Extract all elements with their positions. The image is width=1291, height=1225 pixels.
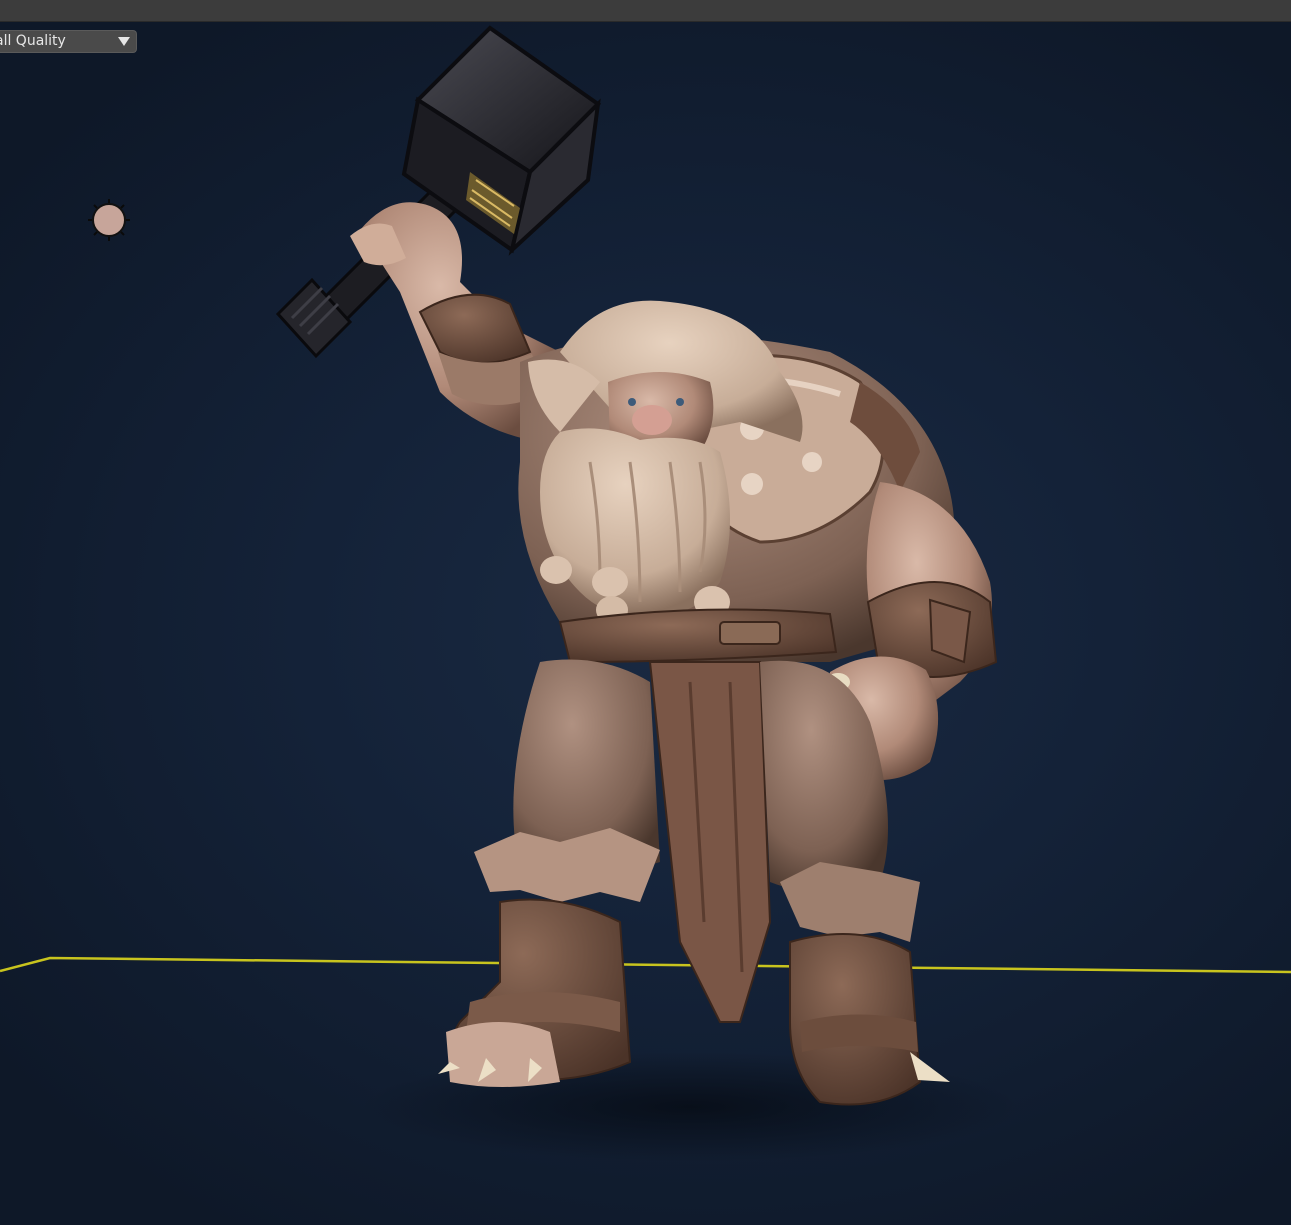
sun-light-icon-svg <box>88 199 130 241</box>
left-foot <box>446 1022 560 1087</box>
sun-light-icon[interactable] <box>86 197 132 243</box>
front-tabard <box>648 661 772 1023</box>
dwarf-character[interactable] <box>275 25 998 1106</box>
scene-render <box>0 25 1291 1162</box>
belt <box>558 608 838 664</box>
3d-viewport[interactable]: all Quality <box>0 22 1291 1225</box>
viewport-header-bar <box>0 0 1291 22</box>
render-quality-label: all Quality <box>0 33 66 49</box>
viewport-app: all Quality <box>0 0 1291 1225</box>
ground-plane-edge <box>0 956 1291 974</box>
nose <box>632 405 672 435</box>
render-quality-dropdown[interactable]: all Quality <box>0 30 137 53</box>
triangle-down-icon <box>118 37 130 46</box>
